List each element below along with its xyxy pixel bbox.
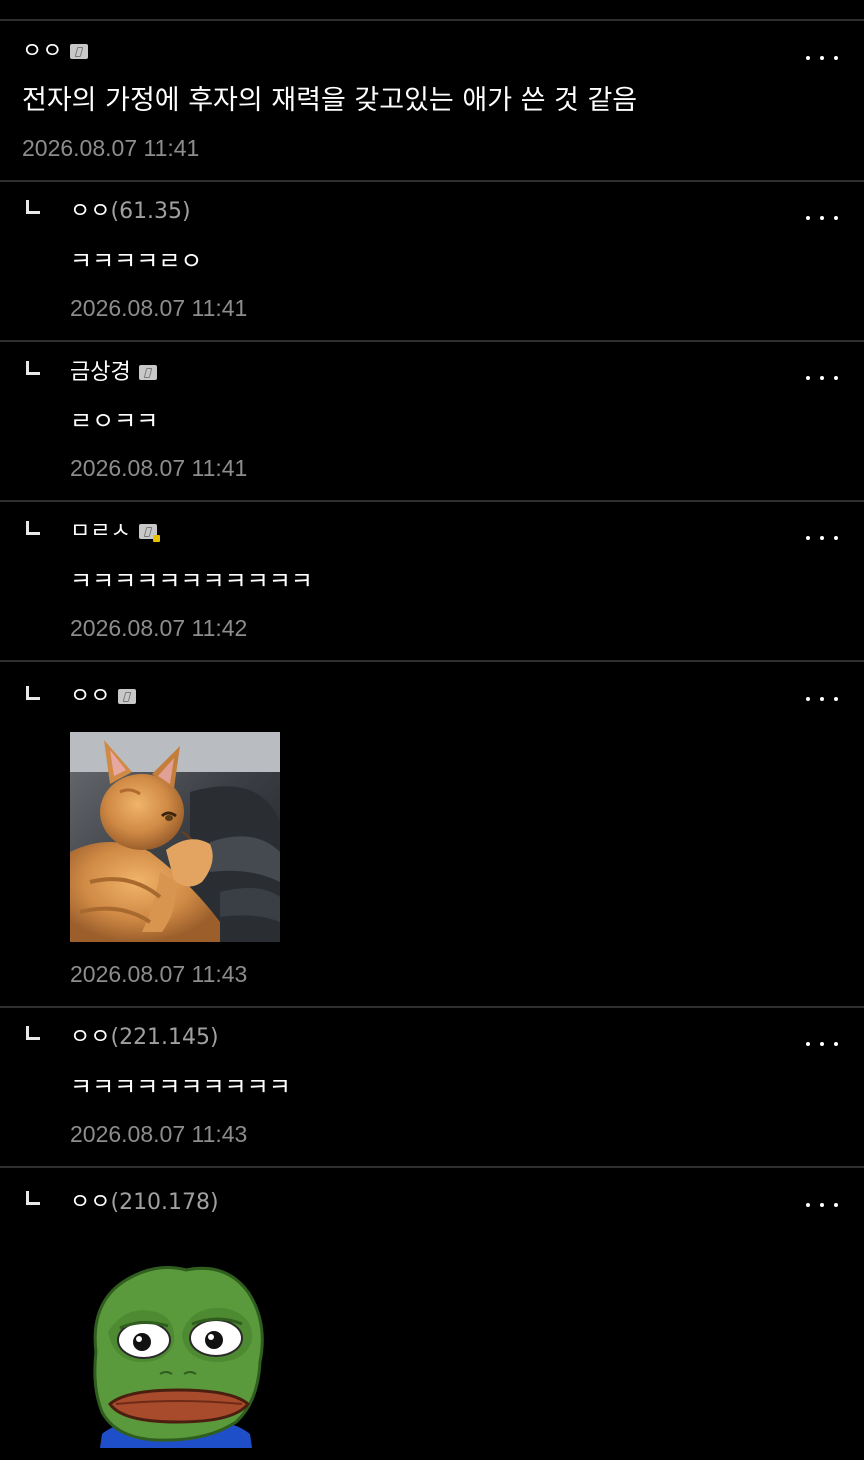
reply-date: 2026.08.07 11:43 — [70, 961, 248, 987]
reply-author[interactable]: 금상경 — [70, 359, 157, 387]
comment-text: 전자의 가정에 후자의 재력을 갖고있는 애가 쓴 것 같음 — [22, 85, 638, 116]
comment-date: 2026.08.07 11:41 — [22, 135, 200, 161]
author-name[interactable]: 금상경 — [70, 360, 131, 385]
divider — [0, 500, 864, 502]
reply-date: 2026.08.07 11:41 — [70, 295, 248, 321]
reply-indent-icon — [26, 1026, 40, 1040]
divider — [0, 1006, 864, 1008]
divider — [0, 660, 864, 662]
reply-date: 2026.08.07 11:43 — [70, 1121, 248, 1147]
reply-indent-icon — [26, 1191, 40, 1205]
author-name[interactable]: ㅇㅇ — [22, 39, 62, 64]
reply-date: 2026.08.07 11:41 — [70, 455, 248, 481]
reply-text: ㅋㅋㅋㅋㄹㅇ — [70, 247, 203, 275]
reply-text: ㅋㅋㅋㅋㅋㅋㅋㅋㅋㅋ — [70, 1073, 291, 1101]
reply-date: 2026.08.07 11:42 — [70, 615, 248, 641]
reply-author[interactable]: ㅇㅇ(221.145) — [70, 1024, 219, 1052]
divider — [0, 1166, 864, 1168]
author-ip: (221.145) — [110, 1025, 219, 1050]
pepe-frog-image[interactable] — [86, 1262, 266, 1448]
author-name[interactable]: ㅇㅇ — [70, 199, 110, 224]
author-name[interactable]: ㅇㅇ — [70, 684, 110, 709]
author-name[interactable]: ㅇㅇ — [70, 1190, 110, 1215]
reply-indent-icon — [26, 361, 40, 375]
reply-text: ㄹㅇㅋㅋ — [70, 407, 159, 435]
more-options-button[interactable] — [806, 53, 838, 63]
comment-author[interactable]: ㅇㅇ — [22, 38, 89, 66]
divider — [0, 340, 864, 342]
author-ip: (210.178) — [110, 1190, 219, 1215]
divider — [0, 180, 864, 182]
gold-member-badge-icon — [138, 524, 160, 542]
more-options-button[interactable] — [806, 1039, 838, 1049]
reply-indent-icon — [26, 200, 40, 214]
more-options-button[interactable] — [806, 1200, 838, 1210]
more-options-button[interactable] — [806, 213, 838, 223]
reply-author[interactable]: ㅁㄹㅅ — [70, 518, 160, 546]
reply-author[interactable]: ㅇㅇ — [70, 683, 137, 711]
reply-indent-icon — [26, 686, 40, 700]
cat-thinking-image[interactable] — [70, 732, 280, 942]
top-divider — [0, 19, 864, 21]
author-ip: (61.35) — [110, 199, 191, 224]
more-options-button[interactable] — [806, 373, 838, 383]
reply-author[interactable]: ㅇㅇ(61.35) — [70, 198, 191, 226]
more-options-button[interactable] — [806, 694, 838, 704]
member-badge-icon — [118, 689, 137, 704]
reply-indent-icon — [26, 521, 40, 535]
author-name[interactable]: ㅇㅇ — [70, 1025, 110, 1050]
reply-author[interactable]: ㅇㅇ(210.178) — [70, 1189, 219, 1217]
reply-text: ㅋㅋㅋㅋㅋㅋㅋㅋㅋㅋㅋ — [70, 567, 313, 595]
member-badge-icon — [138, 365, 157, 380]
author-name[interactable]: ㅁㄹㅅ — [70, 519, 131, 544]
member-badge-icon — [70, 44, 89, 59]
more-options-button[interactable] — [806, 533, 838, 543]
